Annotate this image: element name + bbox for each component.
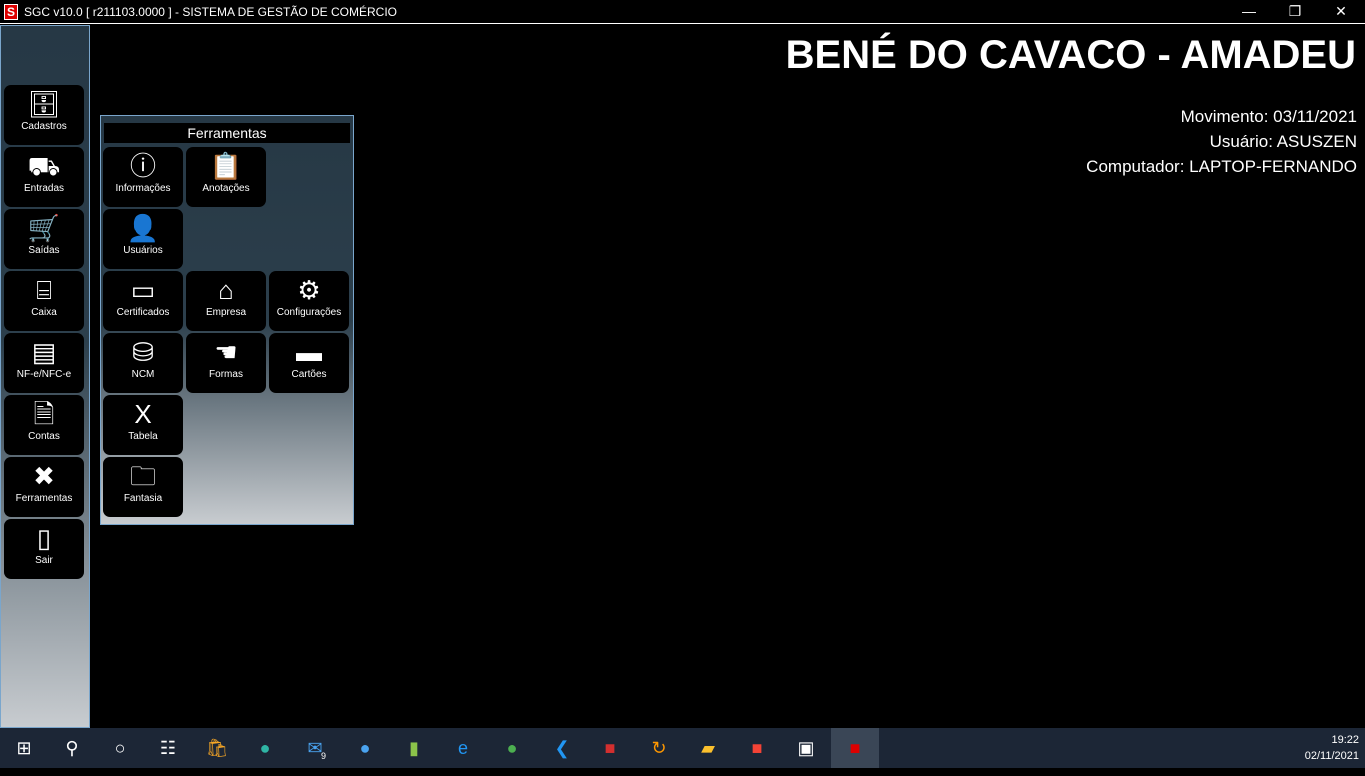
- taskbar: ⊞ ⚲ ○ ☷ 🛍 ● ✉ 9 ● ▮ e ● ❮ ■ ↻ ▰ ■ ▣ ■ 19:…: [0, 728, 1365, 768]
- sidebar-item-caixa[interactable]: ⌸ Caixa: [4, 271, 84, 331]
- tool-fantasia[interactable]: 🗀 Fantasia: [103, 457, 183, 517]
- mail-icon[interactable]: ✉ 9: [291, 728, 339, 768]
- cortana-icon[interactable]: ○: [96, 728, 144, 768]
- task-view-icon[interactable]: ☷: [144, 728, 192, 768]
- sidebar-item-contas[interactable]: 🗎 Contas: [4, 395, 84, 455]
- ferramentas-panel: Ferramentas ⓘ Informações 📋 Anotações 👤 Usu…: [100, 115, 354, 525]
- tools-icon: ✖: [33, 461, 55, 491]
- search-icon[interactable]: ⚲: [48, 728, 96, 768]
- tool-configuracoes[interactable]: ⚙ Configurações: [269, 271, 349, 331]
- edge-icon[interactable]: ●: [241, 728, 289, 768]
- panel-title: Ferramentas: [104, 123, 350, 143]
- database-gear-icon: ⛁: [132, 337, 154, 367]
- tool-empresa[interactable]: ⌂ Empresa: [186, 271, 266, 331]
- folder-user-icon: 🗀: [129, 461, 156, 491]
- anydesk-icon[interactable]: ■: [733, 728, 781, 768]
- house-icon: ⌂: [218, 275, 234, 305]
- sidebar-item-nfe[interactable]: ▤ NF-e/NFC-e: [4, 333, 84, 393]
- payment-hand-icon: ☚: [214, 337, 238, 367]
- window-title: SGC v10.0 [ r211103.0000 ] - SISTEMA DE …: [24, 4, 398, 19]
- explorer-icon[interactable]: ▰: [684, 728, 732, 768]
- movimento-date: Movimento: 03/11/2021: [1180, 107, 1357, 126]
- computer-name: Computador: LAPTOP-FERNANDO: [1086, 157, 1357, 176]
- time: 19:22: [1331, 734, 1359, 746]
- add-user-icon: 👤: [126, 213, 160, 243]
- tool-formas[interactable]: ☚ Formas: [186, 333, 266, 393]
- cards-icon: ▬: [296, 337, 322, 367]
- tool-ncm[interactable]: ⛁ NCM: [103, 333, 183, 393]
- sidebar: 🗄 Cadastros ⛟ Entradas 🛒 Saídas ⌸ Caixa ▤ NF-…: [0, 25, 90, 728]
- info-icon: ⓘ: [129, 151, 156, 181]
- close-button[interactable]: ✕: [1318, 0, 1364, 24]
- tool-informacoes[interactable]: ⓘ Informações: [103, 147, 183, 207]
- clipboard-icon: 📋: [209, 151, 243, 181]
- filezilla-icon[interactable]: ■: [586, 728, 634, 768]
- clock[interactable]: 19:22 02/11/2021: [1305, 732, 1359, 764]
- door-icon: ▯: [36, 523, 52, 553]
- cash-register-icon: ⌸: [36, 275, 52, 305]
- company-name: BENÉ DO CAVACO - AMADEU: [785, 33, 1356, 77]
- start-button[interactable]: ⊞: [0, 728, 48, 768]
- vscode-icon[interactable]: ❮: [538, 728, 586, 768]
- tool-anotacoes[interactable]: 📋 Anotações: [186, 147, 266, 207]
- terminal-icon[interactable]: ▣: [782, 728, 830, 768]
- cabinet-icon: 🗄: [27, 89, 61, 119]
- notepad-icon[interactable]: ▮: [390, 728, 438, 768]
- user-name: Usuário: ASUSZEN: [1209, 132, 1357, 151]
- hs-icon[interactable]: ●: [488, 728, 536, 768]
- document-icon: 🗎: [33, 399, 55, 429]
- restore-button[interactable]: ❐: [1272, 0, 1318, 24]
- mail-badge: 9: [321, 751, 327, 761]
- tool-certificados[interactable]: ▭ Certificados: [103, 271, 183, 331]
- minimize-button[interactable]: —: [1226, 0, 1272, 24]
- app-icon[interactable]: ●: [341, 728, 389, 768]
- invoice-icon: ▤: [31, 337, 57, 367]
- cart-icon: 🛒: [27, 213, 61, 243]
- title-bar: S SGC v10.0 [ r211103.0000 ] - SISTEMA D…: [0, 0, 1365, 24]
- sync-icon[interactable]: ↻: [635, 728, 683, 768]
- sidebar-item-sair[interactable]: ▯ Sair: [4, 519, 84, 579]
- sgc-taskbar-icon[interactable]: ■: [831, 728, 879, 768]
- excel-icon: X: [134, 399, 152, 429]
- truck-icon: ⛟: [27, 151, 61, 181]
- tool-cartoes[interactable]: ▬ Cartões: [269, 333, 349, 393]
- sidebar-item-saidas[interactable]: 🛒 Saídas: [4, 209, 84, 269]
- ie-icon[interactable]: e: [439, 728, 487, 768]
- certificate-icon: ▭: [130, 275, 156, 305]
- tool-tabela[interactable]: X Tabela: [103, 395, 183, 455]
- app-logo-icon: S: [4, 3, 18, 20]
- sidebar-item-ferramentas[interactable]: ✖ Ferramentas: [4, 457, 84, 517]
- tool-usuarios[interactable]: 👤 Usuários: [103, 209, 183, 269]
- sidebar-item-entradas[interactable]: ⛟ Entradas: [4, 147, 84, 207]
- sidebar-item-cadastros[interactable]: 🗄 Cadastros: [4, 85, 84, 145]
- store-icon[interactable]: 🛍: [193, 728, 241, 768]
- date: 02/11/2021: [1304, 750, 1359, 762]
- gear-icon: ⚙: [297, 275, 321, 305]
